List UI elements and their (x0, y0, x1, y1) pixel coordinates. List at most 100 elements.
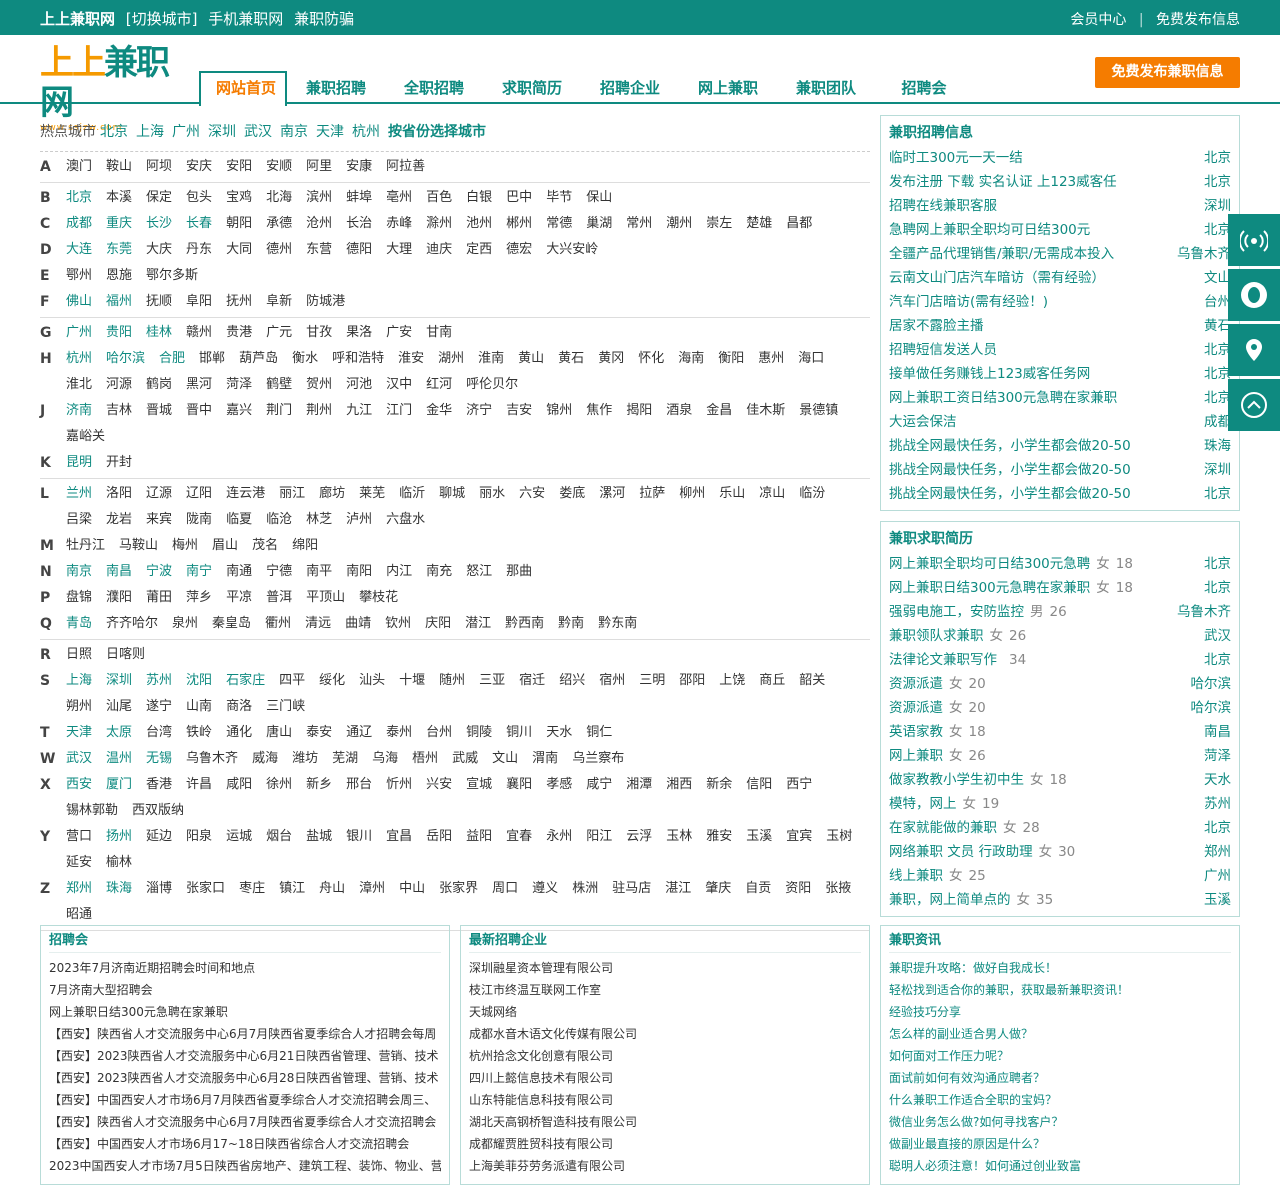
city-link[interactable]: 庆阳 (425, 611, 451, 637)
back-to-top-icon[interactable] (1228, 379, 1280, 431)
city-link[interactable]: 遵义 (532, 876, 558, 902)
city-link[interactable]: 延边 (146, 824, 172, 850)
city-link[interactable]: 中山 (399, 876, 425, 902)
city-link[interactable]: 广州 (66, 320, 92, 346)
news-item[interactable]: 面试前如何有效沟通应聘者？ (889, 1067, 1231, 1089)
city-link[interactable]: 河源 (106, 372, 132, 398)
city-link[interactable]: 鹤岗 (146, 372, 172, 398)
job-title[interactable]: 挑战全网最快任务，小学生都会做20-50 (889, 462, 1131, 478)
city-link[interactable]: 太原 (106, 720, 132, 746)
hot-city[interactable]: 武汉 (244, 124, 272, 140)
city-link[interactable]: 济南 (66, 398, 92, 424)
news-item[interactable]: 兼职提升攻略：做好自我成长！ (889, 957, 1231, 979)
city-link[interactable]: 安康 (346, 154, 372, 180)
city-link[interactable]: 哈尔滨 (106, 346, 145, 372)
city-link[interactable]: 秦皇岛 (212, 611, 251, 637)
city-link[interactable]: 上海 (66, 668, 92, 694)
city-link[interactable]: 宜昌 (386, 824, 412, 850)
nav-item-1[interactable]: 兼职招聘 (287, 73, 385, 106)
city-link[interactable]: 金昌 (706, 398, 732, 424)
city-link[interactable]: 莱芜 (359, 481, 385, 507)
city-link[interactable]: 六安 (519, 481, 545, 507)
city-link[interactable]: 大同 (226, 237, 252, 263)
city-link[interactable]: 内江 (386, 559, 412, 585)
company-title[interactable]: 最新招聘企业 (469, 930, 861, 953)
companies-item[interactable]: 枝江市终温互联网工作室 (469, 979, 861, 1001)
city-link[interactable]: 果洛 (346, 320, 372, 346)
city-link[interactable]: 乌海 (372, 746, 398, 772)
resume-city[interactable]: 北京 (1204, 816, 1231, 840)
news-item[interactable]: 什么兼职工作适合全职的宝妈？ (889, 1089, 1231, 1111)
city-link[interactable]: 宁波 (146, 559, 172, 585)
hot-city[interactable]: 广州 (172, 124, 200, 140)
city-link[interactable]: 铜陵 (466, 720, 492, 746)
resume-list-title[interactable]: 兼职求职简历 (889, 528, 1231, 550)
city-link[interactable]: 福州 (106, 289, 132, 315)
city-link[interactable]: 开封 (106, 450, 132, 476)
city-link[interactable]: 常州 (626, 211, 652, 237)
city-link[interactable]: 攀枝花 (359, 585, 398, 611)
city-link[interactable]: 通辽 (346, 720, 372, 746)
city-link[interactable]: 鞍山 (106, 154, 132, 180)
city-link[interactable]: 郑州 (66, 876, 92, 902)
city-link[interactable]: 重庆 (106, 211, 132, 237)
city-link[interactable]: 呼和浩特 (332, 346, 384, 372)
resume-row[interactable]: 网上兼职女 26 菏泽 (889, 744, 1231, 768)
city-link[interactable]: 黄山 (518, 346, 544, 372)
news-item[interactable]: 做副业最直接的原因是什么？ (889, 1133, 1231, 1155)
city-link[interactable]: 毕节 (546, 185, 572, 211)
city-link[interactable]: 韶关 (799, 668, 825, 694)
job-row[interactable]: 网上兼职工资日结300元急聘在家兼职 北京 (889, 386, 1231, 410)
city-link[interactable]: 襄阳 (506, 772, 532, 798)
city-link[interactable]: 衢州 (265, 611, 291, 637)
job-city[interactable]: 北京 (1204, 146, 1231, 170)
city-link[interactable]: 青岛 (66, 611, 92, 637)
city-link[interactable]: 张掖 (825, 876, 851, 902)
job-title[interactable]: 招聘在线兼职客服 (889, 198, 997, 214)
city-link[interactable]: 长沙 (146, 211, 172, 237)
city-link[interactable]: 钦州 (385, 611, 411, 637)
fairs-item[interactable]: 【西安】中国西安人才市场6月17~18日陕西省综合人才交流招聘会 (49, 1133, 441, 1155)
site-logo[interactable]: 上上兼职网 www.ssjzw.com (40, 43, 192, 133)
city-link[interactable]: 清远 (305, 611, 331, 637)
resume-city[interactable]: 广州 (1204, 864, 1231, 888)
city-link[interactable]: 揭阳 (626, 398, 652, 424)
city-link[interactable]: 邢台 (346, 772, 372, 798)
job-title[interactable]: 挑战全网最快任务，小学生都会做20-50 (889, 486, 1131, 502)
city-link[interactable]: 阿拉善 (386, 154, 425, 180)
city-link[interactable]: 山南 (186, 694, 212, 720)
city-link[interactable]: 宿迁 (519, 668, 545, 694)
resume-row[interactable]: 网上兼职日结300元急聘在家兼职女 18 北京 (889, 576, 1231, 600)
city-link[interactable]: 邯郸 (199, 346, 225, 372)
city-link[interactable]: 吕梁 (66, 507, 92, 533)
city-link[interactable]: 长春 (186, 211, 212, 237)
city-link[interactable]: 临夏 (226, 507, 252, 533)
city-link[interactable]: 舟山 (319, 876, 345, 902)
city-link[interactable]: 铜川 (506, 720, 532, 746)
city-link[interactable]: 许昌 (186, 772, 212, 798)
companies-item[interactable]: 杭州拾念文化创意有限公司 (469, 1045, 861, 1067)
city-link[interactable]: 阳江 (586, 824, 612, 850)
city-link[interactable]: 香港 (146, 772, 172, 798)
companies-item[interactable]: 山东特能信息科技有限公司 (469, 1089, 861, 1111)
city-link[interactable]: 宝鸡 (226, 185, 252, 211)
city-link[interactable]: 临汾 (799, 481, 825, 507)
job-row[interactable]: 挑战全网最快任务，小学生都会做20-50 北京 (889, 482, 1231, 506)
resume-title[interactable]: 英语家教 (889, 724, 943, 740)
city-link[interactable]: 延安 (66, 850, 92, 876)
city-link[interactable]: 定西 (466, 237, 492, 263)
city-link[interactable]: 巢湖 (586, 211, 612, 237)
city-link[interactable]: 常德 (546, 211, 572, 237)
city-link[interactable]: 泸州 (346, 507, 372, 533)
job-row[interactable]: 招聘短信发送人员 北京 (889, 338, 1231, 362)
news-item[interactable]: 怎么样的副业适合男人做？ (889, 1023, 1231, 1045)
city-link[interactable]: 那曲 (506, 559, 532, 585)
city-link[interactable]: 迪庆 (426, 237, 452, 263)
city-link[interactable]: 咸宁 (586, 772, 612, 798)
city-link[interactable]: 桂林 (146, 320, 172, 346)
city-link[interactable]: 澳门 (66, 154, 92, 180)
job-city[interactable]: 北京 (1204, 482, 1231, 506)
city-link[interactable]: 丽江 (279, 481, 305, 507)
city-link[interactable]: 深圳 (106, 668, 132, 694)
city-link[interactable]: 岳阳 (426, 824, 452, 850)
